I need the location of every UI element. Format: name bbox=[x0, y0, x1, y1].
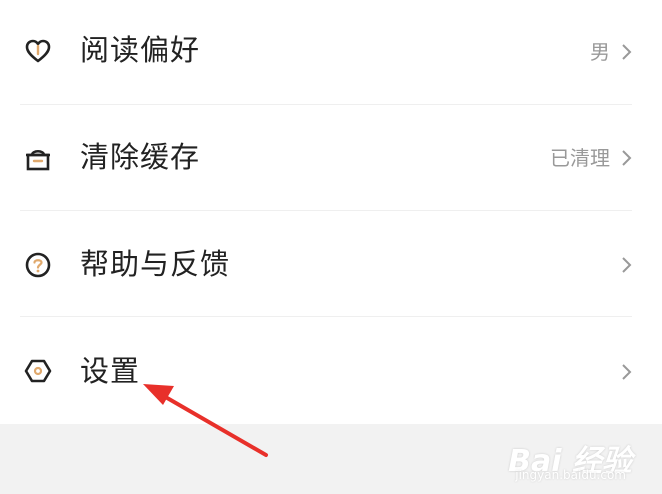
menu-item-reading-preference[interactable]: 阅读偏好 男 bbox=[0, 0, 662, 106]
chevron-right-icon bbox=[622, 44, 632, 60]
basket-icon bbox=[24, 144, 52, 172]
settings-menu-list: 阅读偏好 男 清除缓存 已清理 帮助与反馈 设置 bbox=[0, 0, 662, 424]
menu-item-help-feedback[interactable]: 帮助与反馈 bbox=[0, 211, 662, 317]
menu-item-label: 帮助与反馈 bbox=[80, 247, 231, 281]
menu-item-label: 阅读偏好 bbox=[80, 33, 201, 67]
menu-item-label: 设置 bbox=[80, 354, 141, 388]
heart-icon bbox=[24, 37, 52, 65]
menu-item-value: 已清理 bbox=[550, 146, 610, 170]
menu-item-label: 清除缓存 bbox=[80, 140, 201, 174]
menu-item-clear-cache[interactable]: 清除缓存 已清理 bbox=[0, 105, 662, 211]
settings-icon bbox=[24, 357, 52, 385]
chevron-right-icon bbox=[622, 257, 632, 273]
watermark-url: jingyan.baidu.com bbox=[515, 468, 626, 482]
menu-item-value: 男 bbox=[590, 40, 610, 64]
help-icon bbox=[24, 251, 52, 279]
chevron-right-icon bbox=[622, 364, 632, 380]
chevron-right-icon bbox=[622, 150, 632, 166]
menu-item-settings[interactable]: 设置 bbox=[0, 317, 662, 423]
